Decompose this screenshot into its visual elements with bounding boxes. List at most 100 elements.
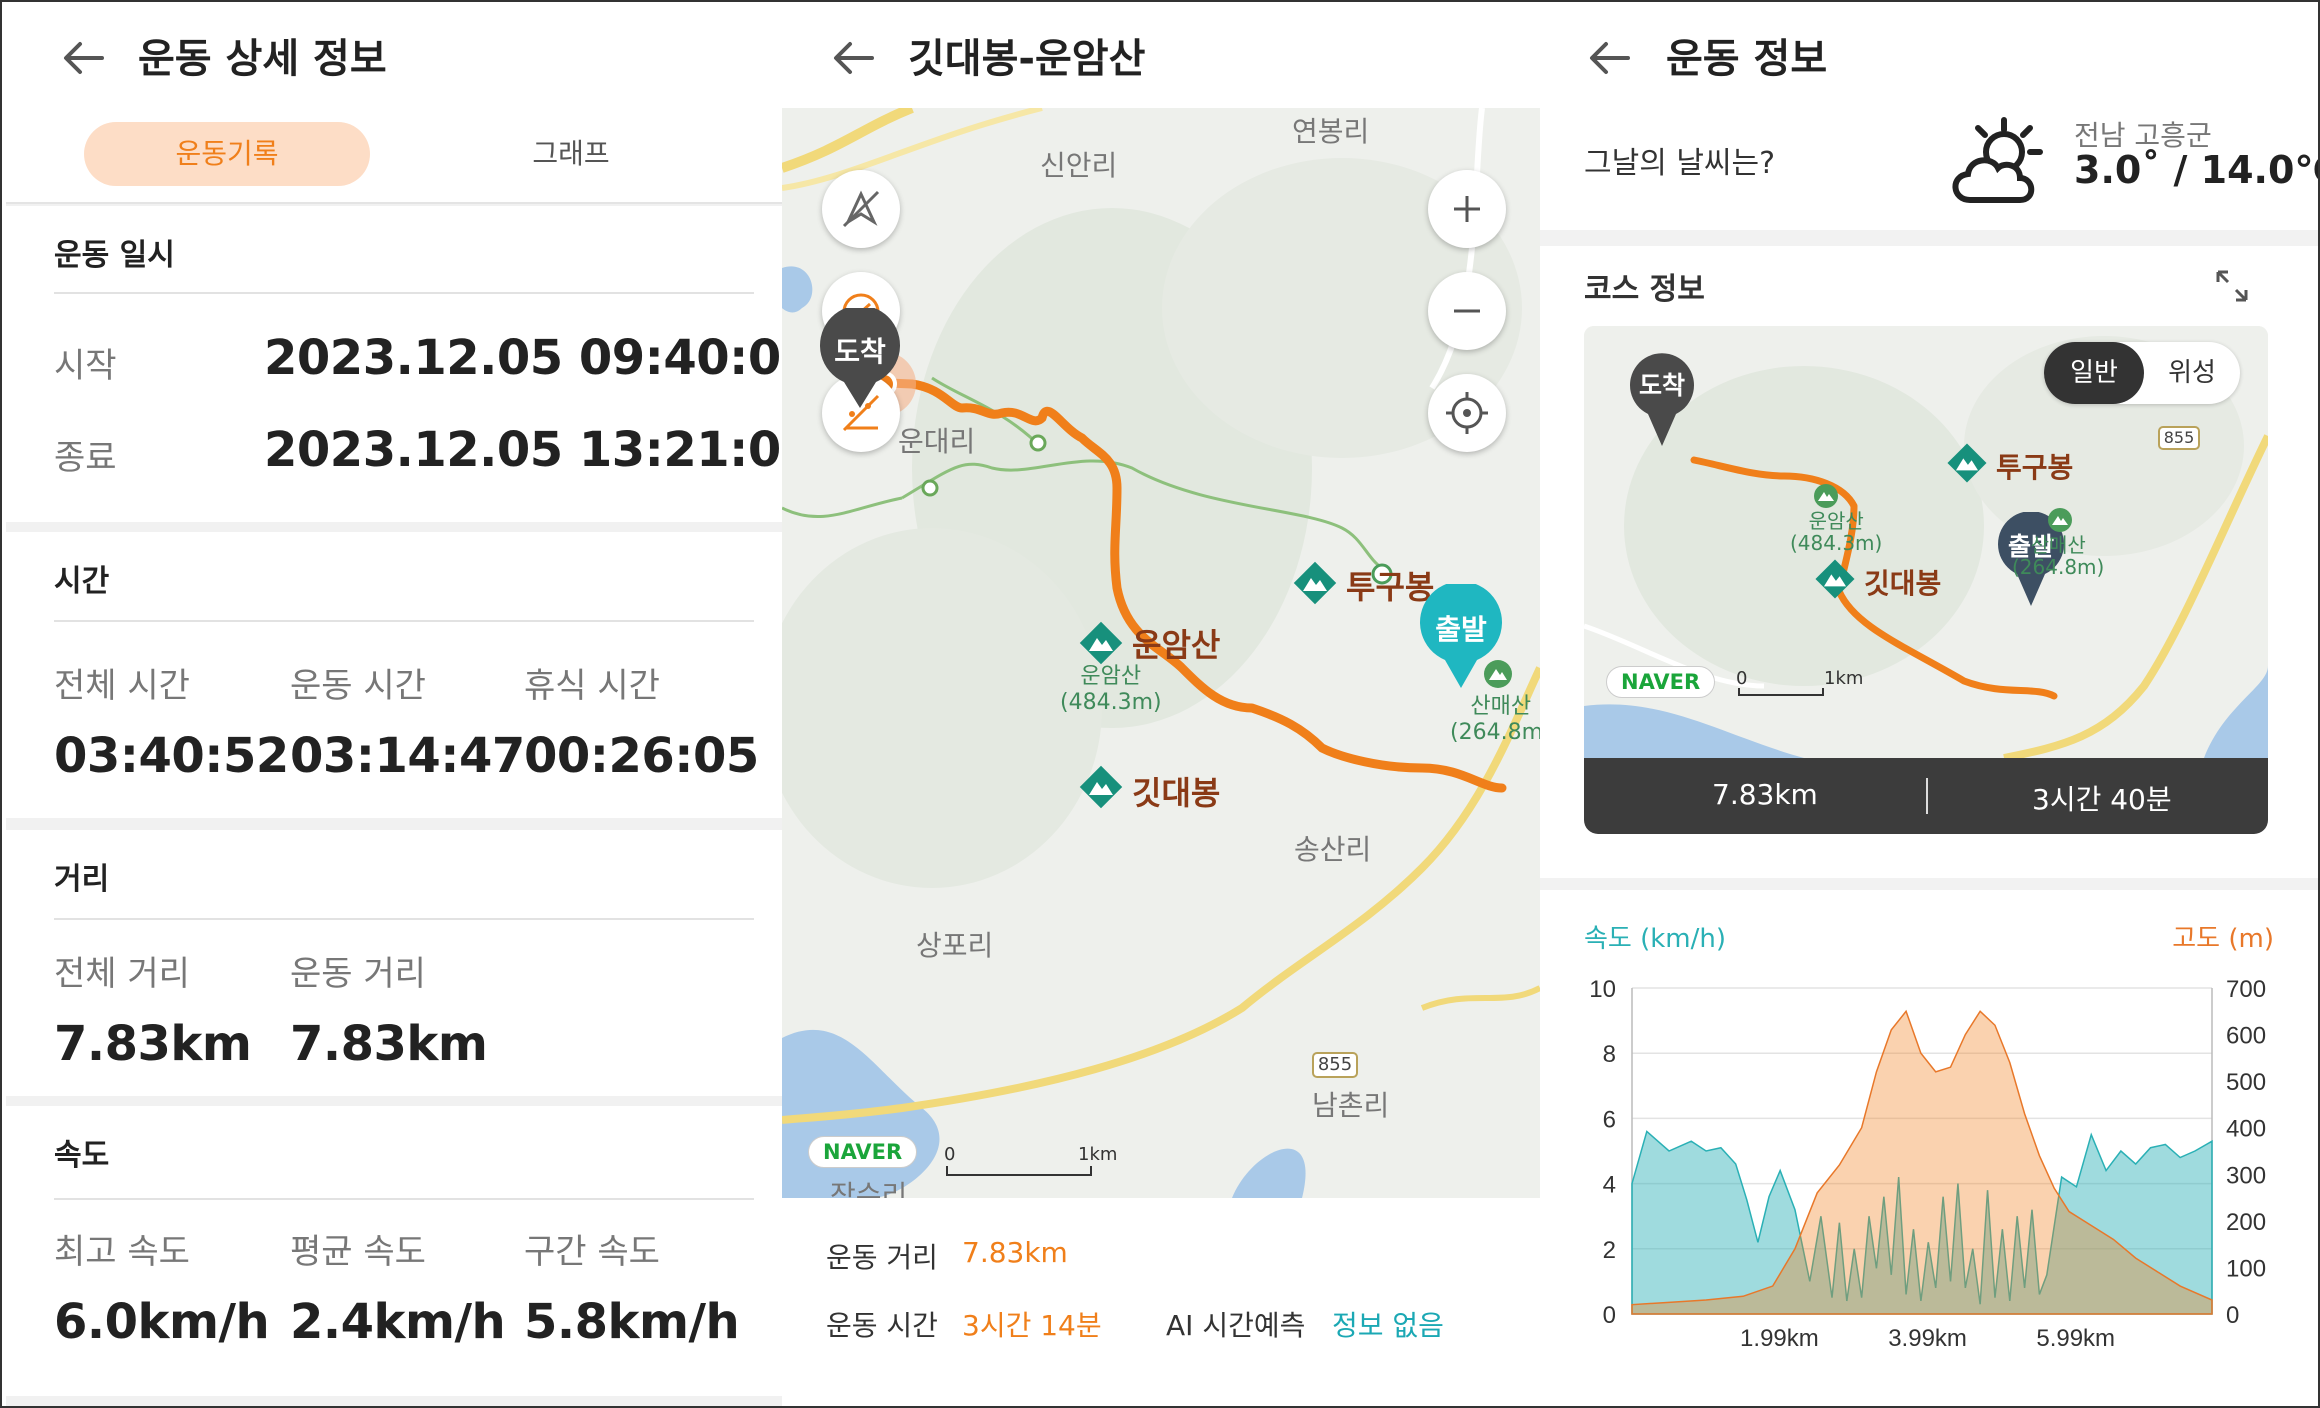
crosshair-icon <box>1446 392 1488 434</box>
mountain-icon <box>2048 508 2072 532</box>
mountain-icon <box>1814 484 1838 508</box>
place-label: 장수리 <box>830 1179 908 1198</box>
x-tick-label: 5.99km <box>2036 1325 2115 1352</box>
zoom-out-button[interactable] <box>1428 272 1506 350</box>
page-title: 운동 정보 <box>1666 36 1828 82</box>
map-mode-normal[interactable]: 일반 <box>2044 342 2144 404</box>
scale-1km: 1km <box>1824 668 1864 689</box>
x-tick-label: 1.99km <box>1740 1325 1819 1352</box>
time-label: 운동 시간 <box>826 1309 938 1342</box>
x-tick-label: 3.99km <box>1888 1325 1967 1352</box>
mountain-peak-icon <box>1079 621 1123 665</box>
naver-logo: NAVER <box>1606 666 1716 698</box>
place-label: 남촌리 <box>1312 1089 1390 1122</box>
course-stat-bar: 7.83km 3시간 40분 <box>1584 758 2268 834</box>
minus-icon <box>1454 309 1480 313</box>
divider <box>54 1198 754 1200</box>
y-right-tick-label: 600 <box>2226 1023 2266 1050</box>
y-right-tick-label: 500 <box>2226 1069 2266 1096</box>
section-title: 거리 <box>54 862 110 897</box>
peak-label-gitdaebong: 깃대봉 <box>1132 774 1221 812</box>
speed-elevation-chart-card: 속도 (km/h) 고도 (m) 0 2 4 6 8 10 0 100 200 300 400 500… <box>1540 890 2318 1406</box>
divider <box>54 292 754 294</box>
distance-section: 거리 전체 거리 7.83km 운동 거리 7.83km <box>6 830 782 1096</box>
top-bar: 운동 정보 <box>1540 2 2318 114</box>
place-label: 상포리 <box>916 929 994 962</box>
route-map[interactable]: 연봉리 신안리 운대리 송산리 상포리 남촌리 장수리 운암산 운암산 (484.… <box>782 108 1540 1198</box>
back-arrow-icon[interactable] <box>832 36 876 80</box>
y-right-tick-label: 300 <box>2226 1162 2266 1189</box>
divider <box>54 918 754 920</box>
back-arrow-icon[interactable] <box>1588 36 1632 80</box>
section-speed-label: 구간 속도 <box>524 1232 660 1272</box>
my-location-button[interactable] <box>1428 374 1506 452</box>
time-value: 3시간 14분 <box>962 1309 1102 1342</box>
y-left-tick-label: 8 <box>1603 1041 1616 1068</box>
end-label: 종료 <box>54 438 117 478</box>
exercise-distance-value: 7.83km <box>290 1016 488 1072</box>
peak-altitude-label: 운암산 (484.3m) <box>1060 664 1162 715</box>
weather-card: 그날의 날씨는? 전남 고흥군 3.0˚ / 14.0℃ <box>1540 108 2318 230</box>
ai-prediction-value: 정보 없음 <box>1332 1309 1444 1342</box>
course-title: 코스 정보 <box>1584 272 1705 307</box>
total-distance-value: 7.83km <box>54 1016 252 1072</box>
road-number-badge: 855 <box>2158 426 2200 450</box>
datetime-section: 운동 일시 시작 2023.12.05 09:40:09 종료 2023.12.… <box>6 206 782 522</box>
y-right-tick-label: 700 <box>2226 976 2266 1003</box>
y-right-tick-label: 100 <box>2226 1255 2266 1282</box>
peak-altitude-label: 산매산(264.8m) <box>1450 694 1540 745</box>
scale-zero: 0 <box>1736 668 1748 689</box>
rest-time-label: 휴식 시간 <box>524 666 660 706</box>
compass-button[interactable] <box>822 170 900 248</box>
end-value: 2023.12.05 13:21:01 <box>264 422 782 478</box>
scale-bar <box>1738 688 1824 696</box>
back-arrow-icon[interactable] <box>62 36 106 80</box>
road-number-badge: 855 <box>1312 1052 1358 1078</box>
y-left-tick-label: 4 <box>1603 1172 1616 1199</box>
avg-speed-value: 2.4km/h <box>290 1294 506 1350</box>
stat-divider <box>1926 778 1928 814</box>
weather-question: 그날의 날씨는? <box>1584 146 1776 181</box>
place-label: 신안리 <box>1040 149 1118 182</box>
total-time-label: 전체 시간 <box>54 666 190 706</box>
y-right-tick-label: 0 <box>2226 1302 2239 1329</box>
stat-distance: 7.83km <box>1712 778 1818 811</box>
expand-icon[interactable] <box>2212 266 2252 306</box>
workout-info-panel: 운동 정보 그날의 날씨는? 전남 고흥군 3.0˚ / 14.0℃ 코스 정보 <box>1540 2 2318 1406</box>
exercise-time-value: 03:14:47 <box>290 728 525 784</box>
rest-time-value: 00:26:05 <box>524 728 759 784</box>
weather-temperature: 3.0˚ / 14.0℃ <box>2074 148 2318 192</box>
partly-cloudy-icon <box>1952 117 2043 203</box>
scale-bar <box>946 1166 1092 1176</box>
peak-label-unamsan: 운암산 <box>1132 626 1221 664</box>
place-label: 연봉리 <box>1292 115 1370 148</box>
start-label: 시작 <box>54 346 117 386</box>
y-left-tick-label: 6 <box>1603 1106 1616 1133</box>
ai-prediction-label: AI 시간예측 <box>1166 1309 1306 1342</box>
map-mode-satellite[interactable]: 위성 <box>2144 342 2240 404</box>
exercise-time-label: 운동 시간 <box>290 666 426 706</box>
tab-workout-record[interactable]: 운동기록 <box>84 122 370 186</box>
tab-graph[interactable]: 그래프 <box>446 122 696 186</box>
mountain-peak-icon <box>1947 443 1987 483</box>
section-title: 속도 <box>54 1138 110 1173</box>
peak-label-tugubong: 투구봉 <box>1996 451 2074 484</box>
time-section: 시간 전체 시간 03:40:52 운동 시간 03:14:47 휴식 시간 0… <box>6 532 782 818</box>
zoom-in-button[interactable] <box>1428 170 1506 248</box>
divider <box>54 620 754 622</box>
y-right-tick-label: 400 <box>2226 1116 2266 1143</box>
mountain-peak-icon <box>1079 765 1123 809</box>
top-bar: 운동 상세 정보 <box>6 2 782 114</box>
avg-speed-label: 평균 속도 <box>290 1232 426 1272</box>
tab-bar: 운동기록 그래프 <box>6 108 782 204</box>
screenshot-frame: 운동 상세 정보 운동기록 그래프 운동 일시 시작 2023.12.05 09… <box>0 0 2320 1408</box>
mountain-peak-icon <box>1293 561 1337 605</box>
scale-zero: 0 <box>944 1144 956 1165</box>
course-mini-map[interactable]: 도착 출발 운암산 (484.3m) 깃대봉 투구봉 산매산 (264.8m) 85… <box>1584 326 2268 758</box>
distance-value: 7.83km <box>962 1236 1068 1269</box>
start-pin: 출발 <box>1418 584 1504 690</box>
max-speed-label: 최고 속도 <box>54 1232 190 1272</box>
total-time-value: 03:40:52 <box>54 728 289 784</box>
end-pin: 도착 <box>818 308 902 410</box>
route-map-panel: 깃대봉-운암산 연봉리 신안리 운대리 송산리 상포리 남촌리 장수리 운암산 … <box>782 2 1540 1406</box>
